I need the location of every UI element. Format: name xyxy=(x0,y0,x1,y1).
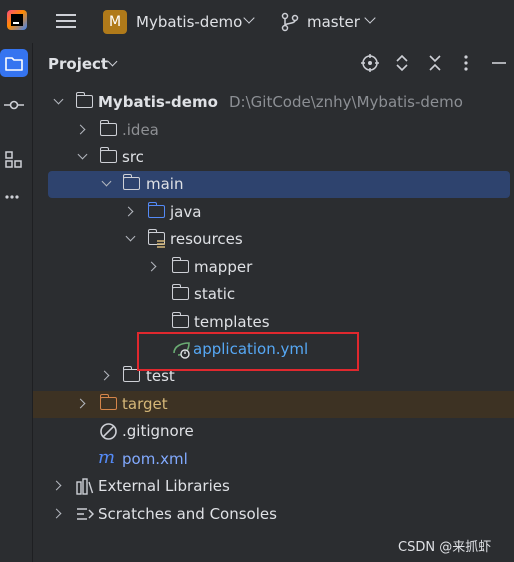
tree-row-static[interactable]: static xyxy=(33,281,514,308)
tree-row-mapper[interactable]: mapper xyxy=(33,254,514,281)
panel-title[interactable]: Project xyxy=(48,55,108,73)
project-selector[interactable]: Mybatis-demo xyxy=(136,13,242,31)
more-horizontal-icon xyxy=(5,195,19,199)
main-menu-icon[interactable] xyxy=(56,12,76,30)
tree-row-gitignore[interactable]: .gitignore xyxy=(33,418,514,445)
project-badge[interactable]: M xyxy=(103,10,127,34)
tree-label-idea: .idea xyxy=(122,121,159,139)
folder-icon xyxy=(122,174,140,190)
structure-icon xyxy=(5,151,22,168)
project-panel: Project Mybatis-demo D:\GitCode\znhy\Myb… xyxy=(33,43,514,562)
options-menu-icon[interactable] xyxy=(456,53,476,73)
library-icon xyxy=(76,478,94,495)
git-branch-icon[interactable] xyxy=(281,12,299,32)
tree-label-resources: resources xyxy=(170,230,243,248)
tree-row-main[interactable]: main xyxy=(48,171,510,198)
chevron-down-icon[interactable] xyxy=(243,12,255,24)
folder-icon xyxy=(99,120,117,136)
tree-row-scratches[interactable]: Scratches and Consoles xyxy=(33,501,514,528)
tree-row-root[interactable]: Mybatis-demo D:\GitCode\znhy\Mybatis-dem… xyxy=(33,89,514,116)
chevron-down-icon[interactable] xyxy=(125,231,136,242)
excluded-folder-icon xyxy=(99,394,117,410)
tree-label-mapper: mapper xyxy=(194,258,253,276)
locate-icon[interactable] xyxy=(360,53,380,73)
tree-label-target: target xyxy=(122,395,168,413)
tree-row-target[interactable]: target xyxy=(33,391,514,418)
project-tool-button[interactable] xyxy=(0,49,28,77)
tree-root-path: D:\GitCode\znhy\Mybatis-demo xyxy=(229,93,463,111)
highlight-box xyxy=(137,332,359,371)
tree-label-scratches: Scratches and Consoles xyxy=(98,505,277,523)
source-folder-icon xyxy=(147,202,165,218)
commit-icon xyxy=(4,100,24,110)
folder-icon xyxy=(5,57,23,71)
tree-row-external-libraries[interactable]: External Libraries xyxy=(33,473,514,500)
resources-marker-icon xyxy=(157,240,165,248)
module-folder-icon xyxy=(75,92,93,108)
more-tools-button[interactable] xyxy=(0,183,28,211)
tree-row-src[interactable]: src xyxy=(33,144,514,171)
tree-label-root: Mybatis-demo xyxy=(98,93,218,111)
tree-label-gitignore: .gitignore xyxy=(122,422,194,440)
chevron-right-icon[interactable] xyxy=(51,480,62,491)
scratches-icon xyxy=(77,508,94,520)
chevron-down-icon[interactable] xyxy=(101,176,112,187)
commit-tool-button[interactable] xyxy=(0,91,28,119)
folder-icon xyxy=(99,147,117,163)
hide-panel-icon[interactable] xyxy=(489,53,509,73)
chevron-right-icon[interactable] xyxy=(75,398,86,409)
folder-icon xyxy=(171,257,189,273)
chevron-down-icon[interactable] xyxy=(77,149,88,160)
collapse-all-icon[interactable] xyxy=(425,53,445,73)
tool-window-stripe xyxy=(0,43,33,562)
intellij-logo-icon[interactable] xyxy=(7,10,27,30)
structure-tool-button[interactable] xyxy=(0,145,28,173)
folder-icon xyxy=(171,284,189,300)
chevron-right-icon[interactable] xyxy=(146,261,157,272)
title-bar: M Mybatis-demo master xyxy=(0,0,514,43)
watermark: CSDN @来抓虾 xyxy=(398,540,492,555)
chevron-right-icon[interactable] xyxy=(123,206,134,217)
tree-label-src: src xyxy=(122,148,144,166)
chevron-right-icon[interactable] xyxy=(51,508,62,519)
tree-row-resources[interactable]: resources xyxy=(33,226,514,253)
ignore-file-icon xyxy=(100,423,117,440)
tree-label-external-libraries: External Libraries xyxy=(98,477,230,495)
chevron-right-icon[interactable] xyxy=(99,370,110,381)
tree-label-templates: templates xyxy=(194,313,270,331)
tree-label-pom: pom.xml xyxy=(122,450,188,468)
tree-row-pom[interactable]: m pom.xml xyxy=(33,446,514,473)
branch-selector[interactable]: master xyxy=(307,13,360,31)
chevron-down-icon[interactable] xyxy=(364,12,376,24)
chevron-down-icon[interactable] xyxy=(107,56,118,67)
tree-label-java: java xyxy=(170,203,202,221)
tree-label-static: static xyxy=(194,285,236,303)
maven-icon: m xyxy=(98,447,116,468)
folder-icon xyxy=(171,312,189,328)
tree-row-java[interactable]: java xyxy=(33,199,514,226)
tree-label-main: main xyxy=(146,175,184,193)
chevron-right-icon[interactable] xyxy=(75,124,86,135)
chevron-down-icon[interactable] xyxy=(53,94,64,105)
expand-all-icon[interactable] xyxy=(392,53,412,73)
tree-row-idea[interactable]: .idea xyxy=(33,117,514,144)
